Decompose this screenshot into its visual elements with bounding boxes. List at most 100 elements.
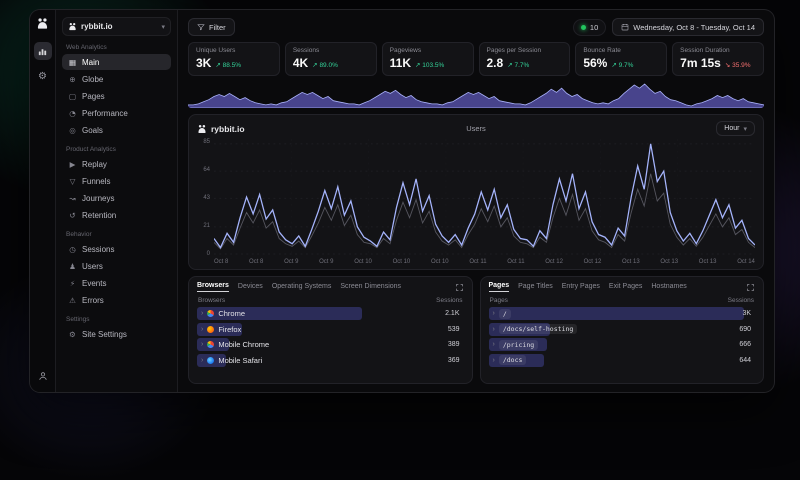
date-range-picker[interactable]: Wednesday, Oct 8 - Tuesday, Oct 14 [612,18,764,36]
sidebar-section-label: Settings [66,316,167,323]
sidebar-item-goals[interactable]: ◎ Goals [62,122,171,138]
table-row[interactable]: ›Mobile Chrome 389 [197,338,464,351]
app-logo[interactable] [36,17,49,35]
column-label: Browsers [198,297,225,304]
sidebar-item-users[interactable]: ♟ Users [62,258,171,274]
expand-icon[interactable] [746,283,755,292]
gauge-icon: ◔ [68,109,77,118]
sidebar-item-globe[interactable]: ⊕ Globe [62,71,171,87]
chart-header: rybbit.io Users Hour ▾ [197,121,755,136]
metric-value: 7m 15s [680,56,721,70]
tab-devices[interactable]: Devices [238,283,263,292]
firefox-icon [207,326,214,333]
chart-site-brand: rybbit.io [197,124,245,134]
site-name: rybbit.io [81,22,113,31]
y-tick-label: 85 [197,139,210,145]
rail-settings-button[interactable]: ⚙ [34,67,52,85]
tab-page-titles[interactable]: Page Titles [518,283,553,292]
metric-value: 56% [583,56,607,70]
chevron-down-icon: ▾ [161,23,165,31]
column-label: Pages [490,297,508,304]
sidebar-item-label: Retention [82,211,116,220]
table-row[interactable]: ›/ 3K [489,307,756,320]
interval-select[interactable]: Hour ▾ [716,121,755,136]
table-row[interactable]: ›Mobile Safari 369 [197,354,464,367]
sidebar-item-main[interactable]: ▦ Main [62,54,171,70]
expand-icon[interactable] [455,283,464,292]
sidebar-item-performance[interactable]: ◔ Performance [62,105,171,121]
trend-arrow-icon: ↘ [725,62,730,69]
sidebar-item-sessions[interactable]: ◷ Sessions [62,241,171,257]
table-row[interactable]: ›/docs 644 [489,354,756,367]
rail-analytics-button[interactable] [34,42,52,60]
browsers-card-tabs: Browsers Devices Operating Systems Scree… [197,282,464,292]
zap-icon: ⚡ [68,279,77,288]
metric-bounce-rate[interactable]: Bounce Rate 56% ↗ 9.7% [575,42,667,76]
x-tick-label: Oct 8 [214,259,228,265]
tab-operating-systems[interactable]: Operating Systems [272,283,332,292]
sidebar-item-events[interactable]: ⚡ Events [62,275,171,291]
chevron-right-icon: › [201,357,203,364]
sidebar-item-journeys[interactable]: ↝ Journeys [62,190,171,206]
sidebar-item-replay[interactable]: ▶ Replay [62,156,171,172]
sidebar-item-funnels[interactable]: ▽ Funnels [62,173,171,189]
sidebar-item-label: Events [82,279,106,288]
row-value: 690 [739,326,751,333]
metric-sessions[interactable]: Sessions 4K ↗ 89.0% [285,42,377,76]
y-axis: 856443210 [197,139,214,257]
clock-icon: ◷ [68,245,77,254]
metric-change: ↘ 35.9% [725,61,751,69]
chart-site-name: rybbit.io [211,124,245,134]
metric-change: ↗ 89.0% [312,61,338,69]
site-selector[interactable]: rybbit.io ▾ [62,17,171,36]
x-tick-label: Oct 11 [507,259,524,265]
filter-button[interactable]: Filter [188,18,235,36]
sidebar-item-site-settings[interactable]: ⚙ Site Settings [62,326,171,342]
tab-exit-pages[interactable]: Exit Pages [609,283,642,292]
metric-change: ↗ 7.7% [507,61,529,69]
x-tick-label: Oct 9 [284,259,298,265]
table-row[interactable]: ›Chrome 2.1K [197,307,464,320]
tab-browsers[interactable]: Browsers [197,282,229,292]
sidebar-item-errors[interactable]: ⚠ Errors [62,292,171,308]
y-tick-label: 21 [197,223,210,229]
table-row[interactable]: ›/docs/self-hosting 690 [489,323,756,336]
tab-pages[interactable]: Pages [489,282,510,292]
users-line-chart [214,139,755,257]
users-chart-card: rybbit.io Users Hour ▾ 856443210 Oct 8 Oc… [188,114,764,270]
table-row[interactable]: ›Firefox 539 [197,323,464,336]
user-icon [38,371,48,381]
metric-pageviews[interactable]: Pageviews 11K ↗ 103.5% [382,42,474,76]
site-logo-icon [197,124,207,134]
x-tick-label: Oct 12 [545,259,563,265]
filter-label: Filter [209,23,226,32]
chevron-right-icon: › [493,341,495,348]
tab-screen-dimensions[interactable]: Screen Dimensions [340,283,401,292]
date-range-label: Wednesday, Oct 8 - Tuesday, Oct 14 [633,23,755,32]
gear-icon: ⚙ [38,71,47,82]
tab-entry-pages[interactable]: Entry Pages [562,283,600,292]
sidebar-item-retention[interactable]: ↺ Retention [62,207,171,223]
x-tick-label: Oct 13 [622,259,640,265]
tab-hostnames[interactable]: Hostnames [651,283,686,292]
metric-pages-per-session[interactable]: Pages per Session 2.8 ↗ 7.7% [479,42,571,76]
row-bar [489,307,745,320]
live-visitors-badge[interactable]: 10 [573,19,606,36]
metric-label: Bounce Rate [583,47,659,54]
sidebar-item-label: Pages [82,92,105,101]
sidebar-item-label: Replay [82,160,107,169]
table-row[interactable]: ›/pricing 666 [489,338,756,351]
line-chart-plot[interactable] [214,139,755,257]
sidebar-item-label: Performance [82,109,128,118]
rail-account-button[interactable] [34,367,52,385]
metric-cards: Unique Users 3K ↗ 88.5% Sessions 4K ↗ 89… [188,42,764,76]
metric-session-duration[interactable]: Session Duration 7m 15s ↘ 35.9% [672,42,764,76]
sidebar-item-pages[interactable]: ▢ Pages [62,88,171,104]
metric-unique-users[interactable]: Unique Users 3K ↗ 88.5% [188,42,280,76]
trend-arrow-icon: ↗ [507,62,512,69]
route-icon: ↝ [68,194,77,203]
row-value: 539 [448,326,460,333]
gear-icon: ⚙ [68,330,77,339]
chrome-icon [207,310,214,317]
x-tick-label: Oct 10 [431,259,449,265]
